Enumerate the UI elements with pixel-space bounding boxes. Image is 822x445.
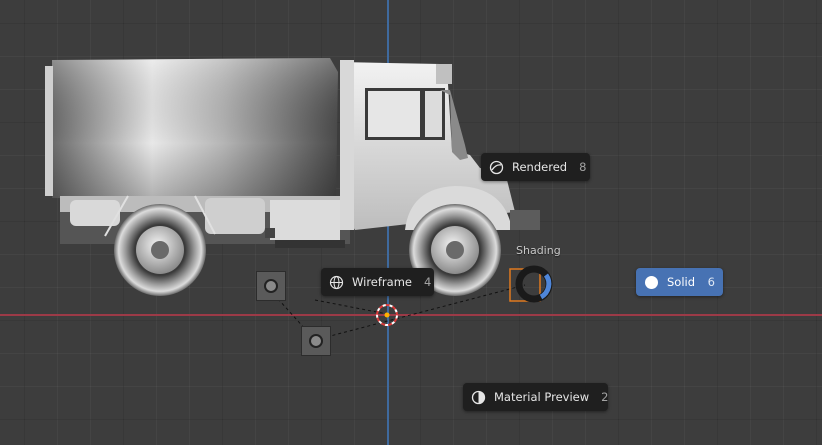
pie-item-wireframe[interactable]: Wireframe 4 — [321, 268, 434, 296]
material-preview-icon — [471, 390, 486, 405]
camera-object-icon — [309, 334, 323, 348]
rendered-shading-icon — [489, 160, 504, 175]
pie-direction-indicator — [509, 265, 553, 303]
pie-item-label: Rendered — [512, 160, 568, 174]
shortcut-key: 8 — [579, 160, 587, 174]
wireframe-shading-icon — [329, 275, 344, 290]
pie-item-label: Material Preview — [494, 390, 590, 404]
shortcut-key: 6 — [707, 275, 715, 289]
truck-model[interactable] — [0, 0, 822, 445]
light-object-icon — [264, 279, 278, 293]
camera-object[interactable] — [301, 326, 331, 356]
solid-shading-icon — [644, 275, 659, 290]
pie-item-label: Solid — [667, 275, 696, 289]
pie-item-material-preview[interactable]: Material Preview 2 — [463, 383, 608, 411]
shortcut-key: 2 — [601, 390, 609, 404]
light-object[interactable] — [256, 271, 286, 301]
pie-menu-title: Shading — [516, 244, 561, 257]
shortcut-key: 4 — [423, 275, 432, 289]
3d-cursor-icon[interactable] — [373, 301, 401, 329]
3d-viewport[interactable]: Shading Rendered 8 Wireframe 4 Solid 6 M… — [0, 0, 822, 445]
pie-item-solid[interactable]: Solid 6 — [636, 268, 723, 296]
pie-item-rendered[interactable]: Rendered 8 — [481, 153, 590, 181]
pie-item-label: Wireframe — [352, 275, 412, 289]
